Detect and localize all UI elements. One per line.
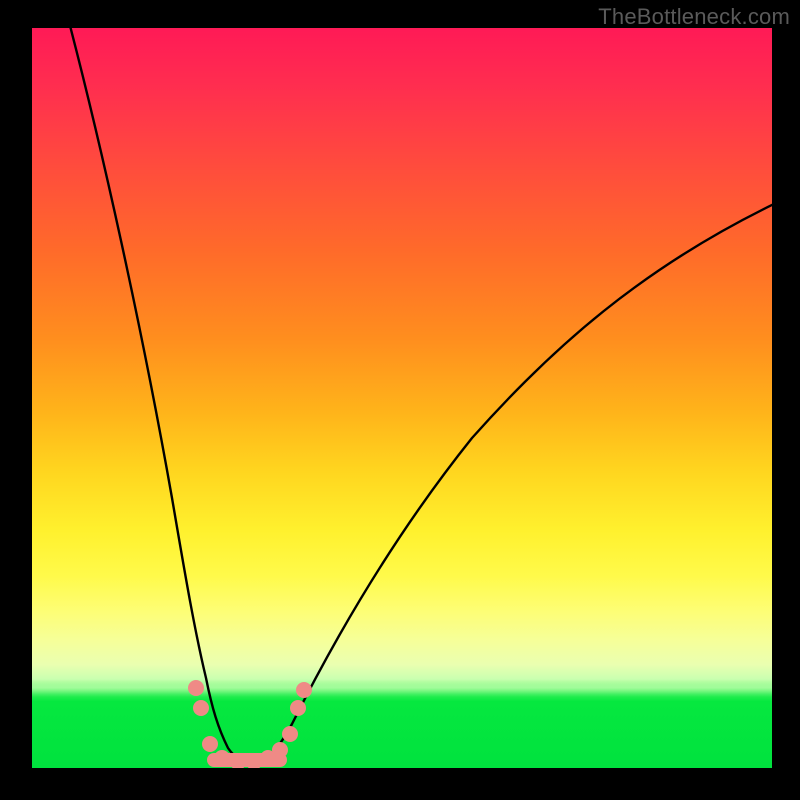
plot-area xyxy=(32,28,772,768)
marker-dot xyxy=(214,750,230,766)
marker-dot xyxy=(272,742,288,758)
marker-dot xyxy=(290,700,306,716)
marker-dot xyxy=(296,682,312,698)
chart-frame: TheBottleneck.com xyxy=(0,0,800,800)
watermark-text: TheBottleneck.com xyxy=(598,4,790,30)
marker-dot xyxy=(282,726,298,742)
marker-dot xyxy=(188,680,204,696)
curve-layer xyxy=(32,28,772,768)
marker-dot xyxy=(193,700,209,716)
bottleneck-curve xyxy=(68,28,772,762)
marker-dot xyxy=(202,736,218,752)
